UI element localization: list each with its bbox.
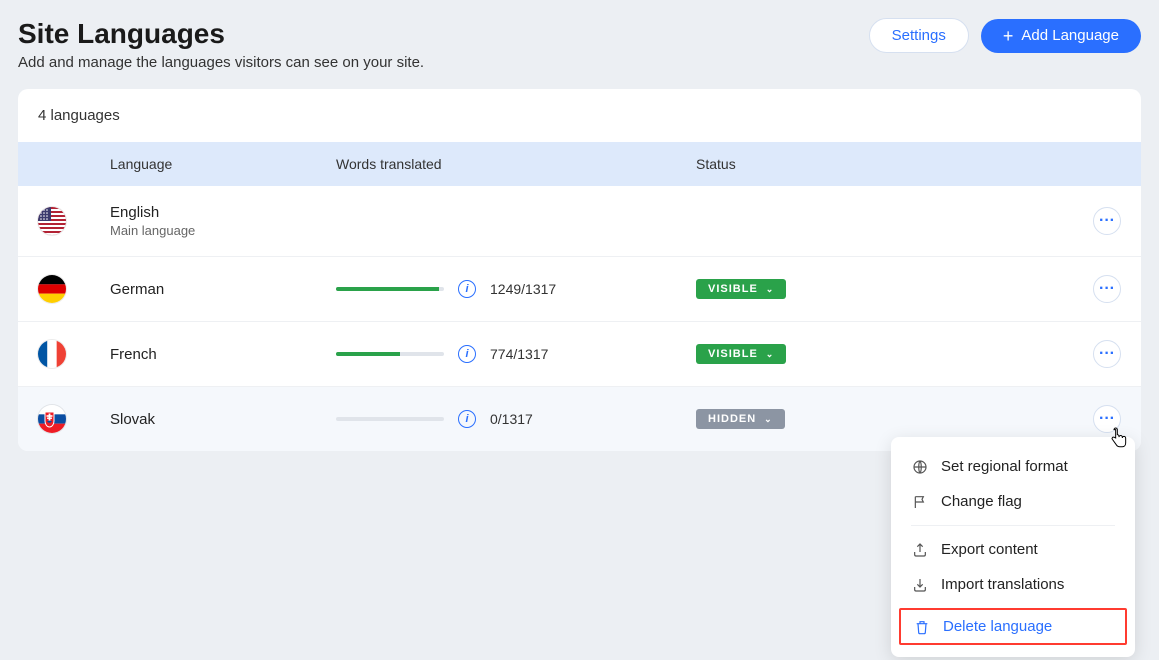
- plus-icon: +: [1003, 27, 1014, 45]
- menu-export-content[interactable]: Export content: [891, 532, 1135, 567]
- page-title: Site Languages: [18, 18, 424, 50]
- more-actions-button[interactable]: ···: [1093, 275, 1121, 303]
- chevron-down-icon: ⌄: [766, 284, 775, 295]
- more-actions-button[interactable]: ···: [1093, 340, 1121, 368]
- info-icon[interactable]: i: [458, 410, 476, 428]
- menu-change-flag[interactable]: Change flag: [891, 484, 1135, 519]
- flag-de-icon: [38, 275, 66, 303]
- chevron-down-icon: ⌄: [764, 414, 773, 425]
- status-badge[interactable]: HIDDEN⌄: [696, 409, 785, 429]
- language-sub: Main language: [110, 223, 336, 238]
- words-translated: 1249/1317: [490, 281, 556, 297]
- words-translated: 0/1317: [490, 411, 533, 427]
- row-actions-dropdown: Set regional format Change flag Export c…: [891, 437, 1135, 657]
- language-name: Slovak: [110, 411, 336, 428]
- flag-us-icon: [38, 207, 66, 235]
- trash-icon: [913, 619, 931, 635]
- info-icon[interactable]: i: [458, 280, 476, 298]
- menu-import-translations[interactable]: Import translations: [891, 567, 1135, 602]
- table-row: English Main language ···: [18, 186, 1141, 257]
- language-name: English: [110, 204, 336, 221]
- words-translated: 774/1317: [490, 346, 548, 362]
- import-icon: [911, 577, 929, 593]
- cursor-pointer-icon: [1109, 427, 1129, 449]
- more-actions-button[interactable]: ···: [1093, 207, 1121, 235]
- status-badge[interactable]: VISIBLE⌄: [696, 344, 786, 364]
- table-row: French i 774/1317 VISIBLE⌄ ···: [18, 322, 1141, 387]
- languages-card: 4 languages Language Words translated St…: [18, 89, 1141, 451]
- flag-fr-icon: [38, 340, 66, 368]
- settings-button[interactable]: Settings: [869, 18, 969, 53]
- language-count: 4 languages: [18, 89, 1141, 142]
- status-badge[interactable]: VISIBLE⌄: [696, 279, 786, 299]
- table-row: German i 1249/1317 VISIBLE⌄ ···: [18, 257, 1141, 322]
- progress-bar: [336, 417, 444, 421]
- table-header: Language Words translated Status: [18, 142, 1141, 186]
- progress-bar: [336, 287, 444, 291]
- col-words: Words translated: [336, 156, 696, 172]
- language-name: German: [110, 281, 336, 298]
- dropdown-separator: [911, 525, 1115, 526]
- chevron-down-icon: ⌄: [766, 349, 775, 360]
- add-language-button[interactable]: + Add Language: [981, 19, 1141, 53]
- export-icon: [911, 542, 929, 558]
- flag-icon: [911, 494, 929, 510]
- col-language: Language: [110, 156, 336, 172]
- page-subtitle: Add and manage the languages visitors ca…: [18, 54, 424, 71]
- progress-bar: [336, 352, 444, 356]
- menu-delete-language[interactable]: Delete language: [899, 608, 1127, 645]
- flag-sk-icon: [38, 405, 66, 433]
- col-status: Status: [696, 156, 1061, 172]
- language-name: French: [110, 346, 336, 363]
- info-icon[interactable]: i: [458, 345, 476, 363]
- menu-set-regional-format[interactable]: Set regional format: [891, 449, 1135, 484]
- globe-icon: [911, 459, 929, 475]
